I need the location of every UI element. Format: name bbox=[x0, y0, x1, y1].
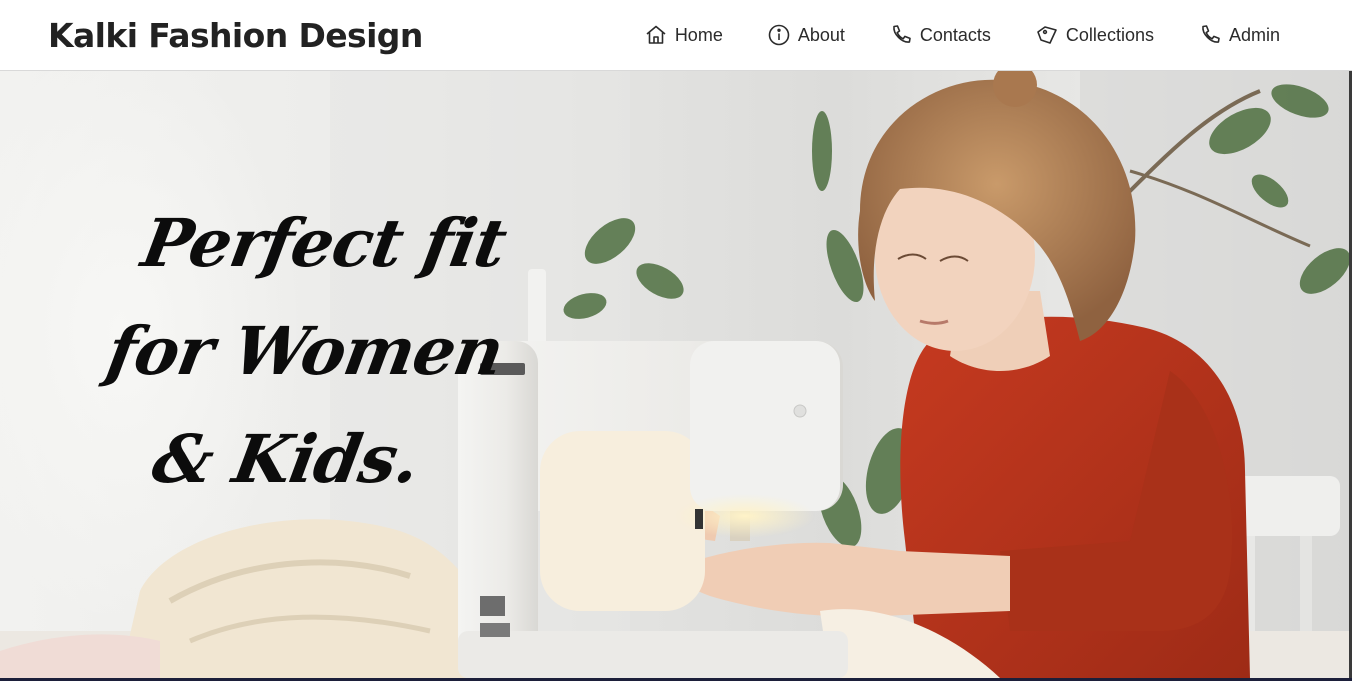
phone-icon bbox=[1198, 23, 1222, 47]
nav-menu: Home About Contacts Collections Admin bbox=[644, 21, 1280, 49]
nav-home-label: Home bbox=[674, 24, 723, 45]
info-icon bbox=[767, 23, 791, 47]
nav-contacts-label: Contacts bbox=[919, 24, 991, 45]
nav-about[interactable]: About bbox=[767, 21, 845, 49]
nav-collections[interactable]: Collections bbox=[1035, 21, 1154, 49]
navbar: Kalki Fashion Design Home About Contacts… bbox=[0, 0, 1352, 71]
hero-tagline: Perfect fit for Women & Kids. bbox=[101, 204, 512, 498]
nav-about-label: About bbox=[797, 24, 845, 45]
nav-admin-label: Admin bbox=[1228, 24, 1280, 45]
nav-home[interactable]: Home bbox=[644, 21, 723, 49]
nav-collections-label: Collections bbox=[1065, 24, 1154, 45]
home-icon bbox=[644, 23, 668, 47]
tag-icon bbox=[1035, 23, 1059, 47]
brand-logo[interactable]: Kalki Fashion Design bbox=[48, 14, 423, 58]
nav-admin[interactable]: Admin bbox=[1198, 21, 1280, 49]
nav-contacts[interactable]: Contacts bbox=[889, 21, 991, 49]
phone-icon bbox=[889, 23, 913, 47]
hero-banner: Perfect fit for Women & Kids. bbox=[0, 71, 1352, 678]
